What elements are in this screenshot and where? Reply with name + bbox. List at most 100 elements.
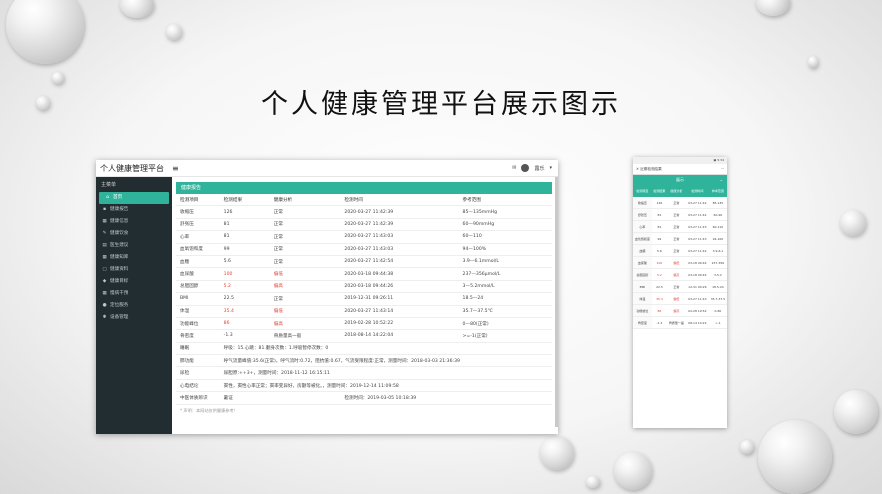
phone-selector[interactable]: 展示 ⌄ (633, 175, 727, 185)
sidebar-item[interactable]: ▦ 健康信息 (96, 216, 172, 228)
cell: 100 (651, 256, 667, 269)
cell: 心率 (633, 220, 652, 233)
grid-icon: ▦ (102, 219, 107, 224)
sidebar-item[interactable]: ● 定位服务 (96, 300, 172, 312)
sidebar-item-label: 医生建议 (110, 243, 129, 248)
mobile-screenshot: ▣ 5:34 ✕ 近期检测结果 ··· 展示 ⌄ 检测项目 检测结果 健康分析 检测时… (633, 157, 727, 428)
cell-detail: 呼气流量峰值:35.6(正常)，呼气流时:0.72，阻抗值:0.67，气流受限程… (219, 354, 552, 368)
avatar[interactable] (521, 164, 530, 172)
water-drop-decoration (834, 390, 878, 434)
sidebar-item[interactable]: ✱ 设备管理 (96, 312, 172, 324)
cell-item: 心电结论 (176, 379, 220, 393)
table-row: 骨密度 -1.3 骨质量一般 08-14 14:22 >-1 (633, 316, 727, 329)
home-icon: ⌂ (106, 195, 109, 200)
cell: 237-356 (708, 256, 727, 269)
table-row: 心率 81 正常 03-27 11:43 60-110 (633, 220, 727, 233)
table-row: BMI 22.5 正常 2019-12-31 09:26:11 18.5—24 (176, 292, 552, 306)
cell: 偏低 (666, 292, 686, 305)
cell-result: 81 (219, 218, 270, 232)
close-icon[interactable]: ✕ (636, 167, 639, 171)
user-name[interactable]: 露乐 (534, 165, 544, 172)
edit-icon: ✎ (102, 231, 107, 236)
scrollbar[interactable] (555, 177, 558, 427)
cell-time: 2020-03-27 11:42:39 (340, 218, 459, 232)
cell-result: -1.3 (219, 329, 270, 343)
cell-ref: 85—135mmHg (458, 205, 552, 219)
table-row: 总胆固醇 5.2 偏高 03-18 09:44 3-5.2 (633, 268, 727, 281)
sidebar-item-label: 健康知库 (110, 255, 129, 260)
water-drop-decoration (614, 452, 652, 490)
cell-result: 126 (219, 205, 270, 219)
sidebar-item[interactable]: ▪ 健康报告 (96, 204, 172, 216)
table-row: 总胆固醇 5.2 偏高 2020-03-18 09:44:26 3—5.2mmol/L (176, 280, 552, 294)
cell-item: 收缩压 (176, 205, 220, 219)
sidebar-item[interactable]: ▦ 健康知库 (96, 252, 172, 264)
table-row: 舒张压 81 正常 2020-03-27 11:42:39 60—90mmHg (176, 218, 552, 232)
sidebar-item-label: 健康报告 (110, 207, 129, 212)
cell-item: 骨密度 (176, 329, 220, 343)
cell-item: 中医体质辨识 (176, 391, 220, 405)
table-header-row: 检测项目 检测结果 健康分析 检测时间 参考范围 (176, 194, 552, 207)
sidebar-item[interactable]: ▢ 健康资料 (96, 264, 172, 276)
cell: 81 (651, 220, 667, 233)
chevron-down-icon[interactable]: ▾ (549, 165, 552, 171)
phone-nav-bar: ✕ 近期检测结果 ··· (633, 164, 727, 175)
cell-result: 99 (219, 243, 270, 256)
sidebar-item[interactable]: ▦ 慢病干预 (96, 288, 172, 300)
more-icon[interactable]: ··· (721, 167, 724, 171)
cell-analysis: 正常 (269, 230, 341, 244)
cell-analysis: 正常 (269, 292, 341, 306)
cell: 功能峰位 (633, 304, 652, 317)
cell-result: 100 (219, 267, 270, 281)
sidebar-item-label: 首页 (113, 195, 123, 200)
table-row: 心率 81 正常 2020-03-27 11:43:03 60—110 (176, 230, 552, 244)
cell-detail: 窦性，窦性心率正常；窦率变异好，房颤等被化。，测量时间：2019-12-14 1… (219, 379, 552, 393)
sidebar-item[interactable]: ▤ 医生建议 (96, 240, 172, 252)
cell-time: 2020-03-18 09:44:26 (340, 280, 459, 294)
table-row: 肺功能 呼气流量峰值:35.6(正常)，呼气流时:0.72，阻抗值:0.67，气流… (176, 354, 552, 368)
sidebar-item[interactable]: ✎ 健康饮食 (96, 228, 172, 240)
column-header: 检测结果 (219, 194, 270, 207)
cell-ref: 3.9—6.1mmol/L (458, 255, 552, 269)
sidebar-item[interactable]: ⌂ 首页 (99, 192, 169, 204)
table-row: 血糖 5.6 正常 03-27 11:42 3.9-6.1 (633, 244, 727, 257)
footer-note: * 声明：本网站仅供健康参考！ (180, 407, 238, 413)
cell: 正常 (666, 280, 686, 293)
cell-result: 81 (219, 230, 270, 244)
water-drop-decoration (540, 436, 574, 470)
table-header-row: 检测项目 检测结果 健康分析 检测时间 参考范围 (633, 185, 727, 197)
cell-result: 5.2 (219, 280, 270, 294)
cell: 总胆固醇 (633, 268, 652, 281)
cell: 骨质量一般 (666, 316, 686, 329)
table-icon: ▦ (102, 255, 107, 260)
cell-result: 86 (219, 317, 270, 331)
cell: 骨密度 (633, 316, 652, 329)
cell-ref: 35.7—37.5℃ (458, 305, 552, 318)
column-header: 检测项目 (633, 185, 652, 197)
table-row: 血氧饱和度 99 正常 2020-03-27 11:43:03 94—100% (176, 243, 552, 256)
cell: 03-27 11:42 (685, 208, 709, 221)
app-brand: 个人健康管理平台 (100, 163, 164, 173)
gear-icon: ✱ (102, 315, 107, 320)
cell-item: 尿检 (176, 366, 220, 380)
mail-icon[interactable]: ✉ (512, 165, 516, 171)
cell-time: 2020-03-27 11:43:03 (340, 243, 459, 256)
table-row: 血尿酸 100 偏低 03-18 09:44 237-356 (633, 256, 727, 269)
cell-item: 睡眠 (176, 342, 220, 356)
table-row: 体温 35.4 偏低 2020-03-27 11:43:14 35.7—37.5℃ (176, 305, 552, 318)
sidebar-item[interactable]: ◆ 健康目标 (96, 276, 172, 288)
slide-title: 个人健康管理平台展示图示 (261, 89, 621, 120)
hamburger-icon[interactable]: ≡ (172, 164, 179, 173)
cell: 35.7-37.5 (708, 292, 727, 305)
table-row: 中医体质辨识 暑证 检测时间：2019-03-05 10:18:39 (176, 391, 552, 405)
column-header: 检测结果 (651, 185, 667, 197)
cell: 03-27 11:43 (685, 232, 709, 245)
cell: 3-5.2 (708, 268, 727, 281)
phone-selector-value: 展示 (676, 177, 684, 182)
cell: 03-18 09:44 (685, 256, 709, 269)
cell-ref: 237—356μmol/L (458, 267, 552, 281)
cell: 03-27 11:42 (685, 244, 709, 257)
water-drop-decoration (6, 0, 84, 64)
cell-time: 2018-08-14 14:22:04 (340, 329, 459, 343)
cell: 22.5 (651, 280, 667, 293)
